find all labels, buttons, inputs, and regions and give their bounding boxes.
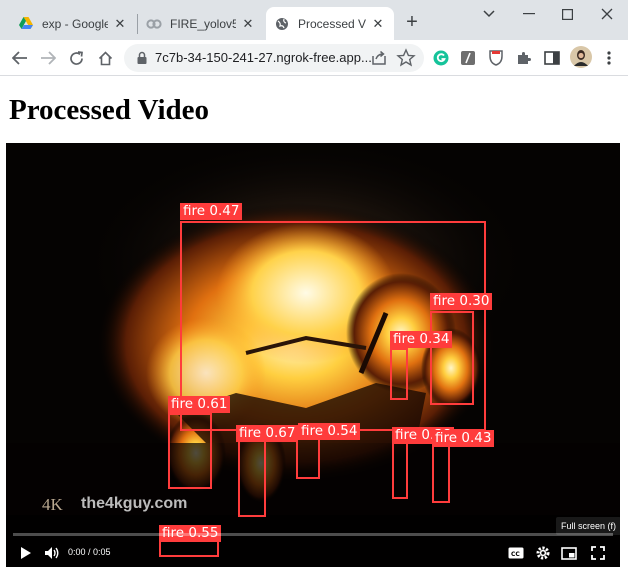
detection-box [430, 311, 474, 405]
minimize-icon[interactable] [515, 4, 543, 24]
tab-title: exp - Google Drive [42, 16, 108, 31]
sidepanel-icon[interactable] [543, 49, 561, 67]
menu-dots-icon[interactable] [600, 49, 618, 67]
globe-icon [274, 16, 290, 32]
detection-box [168, 413, 212, 489]
miniplayer-icon[interactable] [559, 543, 579, 563]
close-tab-icon[interactable]: ✕ [240, 16, 256, 32]
captions-icon[interactable]: CC [506, 543, 526, 563]
maximize-icon[interactable] [553, 4, 581, 24]
detection-box [238, 435, 266, 517]
tab-search-icon[interactable] [475, 4, 503, 24]
svg-text:CC: CC [511, 551, 520, 558]
home-icon[interactable] [93, 46, 117, 70]
new-tab-button[interactable]: + [401, 12, 423, 34]
address-bar[interactable]: 7c7b-34-150-241-27.ngrok-free.app... [124, 44, 424, 72]
detection-box [392, 437, 408, 499]
url-text[interactable]: 7c7b-34-150-241-27.ngrok-free.app... [155, 50, 372, 65]
tab-colab[interactable]: FIRE_yolov5.ipynb ✕ [138, 7, 264, 40]
watermark-text: the4kguy.com [81, 495, 188, 512]
detection-box [296, 435, 320, 479]
tab-title: Processed Video [298, 16, 366, 31]
google-drive-icon [18, 16, 34, 32]
detection-label: fire 0.30 [430, 293, 493, 310]
detection-label: fire 0.34 [390, 331, 453, 348]
close-tab-icon[interactable]: ✕ [370, 16, 386, 32]
detection-label: fire 0.54 [298, 423, 361, 440]
reload-icon[interactable] [64, 46, 88, 70]
ext-shield-icon[interactable] [487, 49, 505, 67]
tab-processed-video[interactable]: Processed Video ✕ [266, 7, 394, 40]
tab-strip: exp - Google Drive ✕ FIRE_yolov5.ipynb ✕… [0, 0, 628, 40]
play-icon[interactable] [16, 543, 36, 563]
colab-icon [146, 16, 162, 32]
fullscreen-icon[interactable] [588, 543, 608, 563]
detection-label: fire 0.67 [236, 425, 299, 442]
profile-avatar-icon[interactable] [570, 46, 592, 68]
time-display: 0:00 / 0:05 [68, 547, 111, 557]
detection-box [432, 439, 450, 503]
close-tab-icon[interactable]: ✕ [112, 16, 128, 32]
settings-gear-icon[interactable] [533, 543, 553, 563]
detection-label: fire 0.47 [180, 203, 243, 220]
tab-title: FIRE_yolov5.ipynb [170, 16, 236, 31]
tab-google-drive[interactable]: exp - Google Drive ✕ [10, 7, 136, 40]
video-player[interactable]: fire 0.47 fire 0.30 fire 0.34 fire 0.61 fire… [6, 143, 620, 567]
ext-slash-icon[interactable] [459, 49, 477, 67]
close-window-icon[interactable] [593, 4, 621, 24]
browser-toolbar: 7c7b-34-150-241-27.ngrok-free.app... [0, 40, 628, 76]
grammarly-icon[interactable] [432, 49, 450, 67]
bookmark-star-icon[interactable] [396, 48, 416, 68]
detection-label: fire 0.43 [432, 430, 495, 447]
detection-box [390, 348, 408, 400]
volume-icon[interactable] [42, 543, 62, 563]
forward-arrow-icon[interactable] [36, 46, 60, 70]
share-icon[interactable] [370, 49, 388, 67]
puzzle-icon[interactable] [515, 49, 533, 67]
page-title: Processed Video [9, 94, 210, 126]
watermark-4k: 4K [42, 495, 63, 514]
lock-icon[interactable] [134, 50, 150, 66]
back-arrow-icon[interactable] [8, 46, 32, 70]
detection-label: fire 0.61 [168, 396, 231, 413]
progress-bar[interactable] [13, 533, 613, 536]
